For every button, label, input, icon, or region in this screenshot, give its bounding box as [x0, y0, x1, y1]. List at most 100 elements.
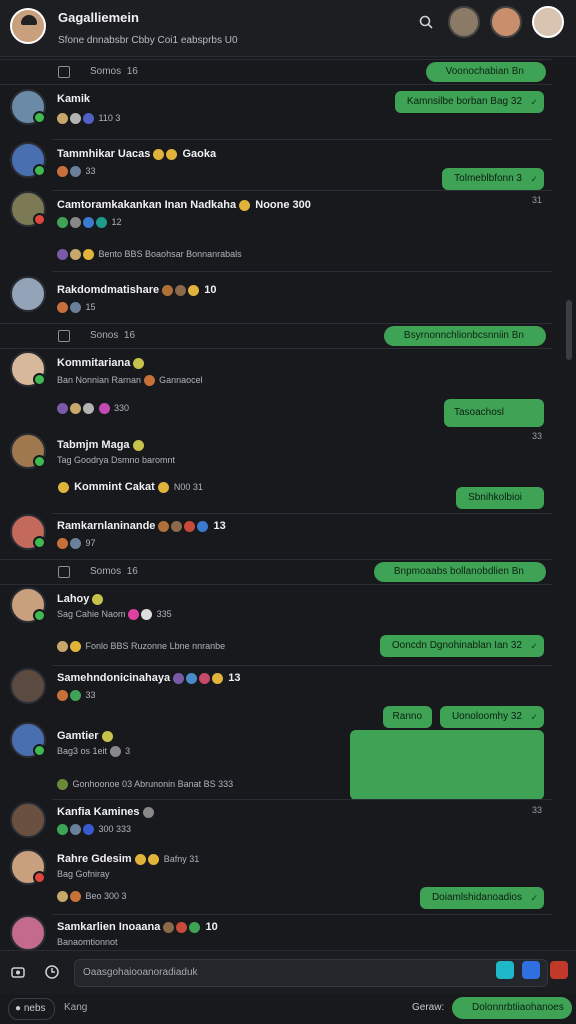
online-indicator	[33, 111, 46, 124]
message-author: Samehndonicinahaya 13	[57, 672, 241, 684]
message-bubble[interactable]: Tasoachosl	[443, 399, 544, 427]
message-author: Kanfia Kamines	[57, 806, 156, 818]
list-item[interactable]: Tabmjm Maga Tag Goodrya Dsmno baromnt	[0, 431, 552, 481]
status-icon: ●	[15, 1003, 22, 1014]
chat-header: Gagalliemein Sfone dnnabsbr Cbby Coi1 ea…	[0, 0, 576, 57]
list-item[interactable]: Kanfia Kamines 300 333	[0, 800, 552, 846]
status-footer: ● nebs Kang Geraw: Dolonnrbtiiaohanoes	[0, 994, 576, 1024]
message-author: Rahre Gdesim Bafny 31	[57, 853, 200, 865]
message-bubble[interactable]: Tolmeblbfonn 3 ✓	[442, 168, 544, 190]
list-item[interactable]: Samkarlien Inoaana 10 Banaomtionnot	[0, 915, 552, 950]
section-pill[interactable]: Voonochabian Bn	[425, 62, 546, 82]
record-button[interactable]	[550, 961, 568, 979]
list-item[interactable]: Kamik 110 3 Kamnsilbe borban Bag 32 ✓	[0, 85, 552, 139]
message-text: Sag Cahie Naom 335	[57, 609, 172, 621]
message-text: Tag Goodrya Dsmno baromnt	[57, 455, 176, 465]
message-feed[interactable]: Somos 16 Voonochabian Bn Kamik 110 3 Kam…	[0, 57, 552, 950]
message-text: 15	[57, 302, 96, 314]
message-bubble[interactable]: Doiamlshidanoadios ✓	[419, 887, 544, 909]
avatar[interactable]	[10, 587, 46, 623]
status-toggle[interactable]: ● nebs	[8, 998, 55, 1020]
online-indicator	[33, 744, 46, 757]
read-check-icon: ✓	[530, 174, 538, 184]
member-avatar[interactable]	[490, 6, 522, 38]
clock-icon[interactable]	[44, 964, 60, 980]
list-item[interactable]: Kommitariana Ban Nonnian Rarnan Gannaoce…	[0, 349, 552, 441]
online-indicator	[33, 536, 46, 549]
section-pill[interactable]: Bnpmoaabs bollanobdlien Bn	[373, 562, 546, 582]
message-text: Gonhoonoe 03 Abrunonin Banat BS 333	[57, 779, 233, 791]
message-text: 300 333	[57, 824, 131, 836]
list-item[interactable]: Gonhoonoe 03 Abrunonin Banat BS 333 33	[0, 769, 552, 815]
image-button[interactable]	[522, 961, 540, 979]
list-item[interactable]: Lahoy Sag Cahie Naom 335	[0, 585, 552, 629]
calendar-icon	[58, 330, 70, 342]
list-item[interactable]: Rakdomdmatishare 10 15	[0, 272, 552, 322]
camera-button[interactable]	[496, 961, 514, 979]
scrollbar[interactable]	[566, 300, 572, 360]
avatar[interactable]	[10, 433, 46, 469]
channel-subtitle: Sfone dnnabsbr Cbby Coi1 eabsprbs U0	[58, 35, 238, 46]
avatar[interactable]	[10, 276, 46, 312]
online-indicator	[33, 164, 46, 177]
message-author: Tammhikar Uacas Gaoka	[57, 148, 217, 160]
message-text: Fonlo BBS Ruzonne Lbne nnranbe	[57, 641, 225, 653]
message-text: 33	[57, 166, 96, 178]
message-author: Tabmjm Maga	[57, 439, 146, 451]
online-indicator	[33, 455, 46, 468]
reaction-bar[interactable]: 330	[57, 403, 129, 415]
avatar[interactable]	[10, 514, 46, 550]
list-item[interactable]: Kommint Cakat N00 31 Sbnihkolbioi	[0, 475, 552, 511]
message-bubble[interactable]: Ranno	[382, 706, 432, 728]
footer-pill[interactable]: Dolonnrbtiiaohanoes	[452, 997, 572, 1019]
avatar[interactable]	[10, 142, 46, 178]
list-item[interactable]: Fonlo BBS Ruzonne Lbne nnranbe Ooncdn Dg…	[0, 629, 552, 665]
message-bubble[interactable]: Kamnsilbe borban Bag 32 ✓	[394, 91, 544, 113]
avatar[interactable]	[10, 668, 46, 704]
footer-right-label: Geraw:	[412, 1002, 445, 1013]
message-text: 12	[57, 217, 122, 229]
message-text: 97	[57, 538, 96, 550]
member-avatar[interactable]	[532, 6, 564, 38]
message-author: Samkarlien Inoaana 10	[57, 921, 218, 933]
section-label: Sonos 16	[90, 330, 136, 341]
avatar[interactable]	[10, 802, 46, 838]
list-item[interactable]: Camtoramkakankan Inan Nadkaha Noone 300 …	[0, 191, 552, 237]
section-pill[interactable]: Bsyrnonnchlionbcsnniin Bn	[383, 326, 546, 346]
avatar[interactable]	[10, 722, 46, 758]
section-divider: Somos 16 Voonochabian Bn	[0, 59, 552, 85]
section-label: Somos 16	[90, 566, 138, 577]
status-indicator	[33, 213, 46, 226]
list-item[interactable]: Beo 300 3 Doiamlshidanoadios ✓	[0, 879, 552, 913]
list-item[interactable]: Ramkarnlaninande 13 97	[0, 514, 552, 558]
calendar-icon	[58, 66, 70, 78]
message-input[interactable]: Oaasgohaiooanoradiaduk	[74, 959, 548, 987]
avatar[interactable]	[10, 351, 46, 387]
avatar[interactable]	[10, 915, 46, 950]
search-icon[interactable]	[418, 14, 434, 30]
list-item[interactable]: Tammhikar Uacas Gaoka 33 Tolmeblbfonn 3 ✓	[0, 140, 552, 190]
section-label: Somos 16	[90, 66, 138, 77]
online-indicator	[33, 373, 46, 386]
message-text: Beo 300 3	[57, 891, 127, 903]
message-author: Lahoy	[57, 593, 105, 605]
message-text: Bag3 os 1eit 3	[57, 746, 131, 758]
message-bubble[interactable]: Ooncdn Dgnohinablan Ian 32 ✓	[379, 635, 544, 657]
message-author: Rakdomdmatishare 10	[57, 284, 217, 296]
channel-title: Gagalliemein	[58, 10, 139, 25]
read-check-icon: ✓	[530, 641, 538, 651]
member-avatar[interactable]	[448, 6, 480, 38]
message-bubble[interactable]: Uonoloomhy 32 ✓	[439, 706, 544, 728]
channel-avatar[interactable]	[10, 8, 46, 44]
list-item[interactable]: Bento BBS Boaohsar Bonnanrabals	[0, 237, 552, 267]
message-bubble[interactable]: Sbnihkolbioi	[456, 487, 544, 509]
message-text: Bento BBS Boaohsar Bonnanrabals	[57, 249, 242, 261]
section-divider: Somos 16 Bnpmoaabs bollanobdlien Bn	[0, 559, 552, 585]
message-text: 110 3	[57, 113, 120, 125]
message-author: Kommitariana	[57, 357, 146, 369]
calendar-icon	[58, 566, 70, 578]
avatar[interactable]	[10, 89, 46, 125]
attach-icon[interactable]	[10, 964, 26, 980]
message-text: Ban Nonnian Rarnan Gannaocel	[57, 375, 203, 387]
avatar[interactable]	[10, 191, 46, 227]
